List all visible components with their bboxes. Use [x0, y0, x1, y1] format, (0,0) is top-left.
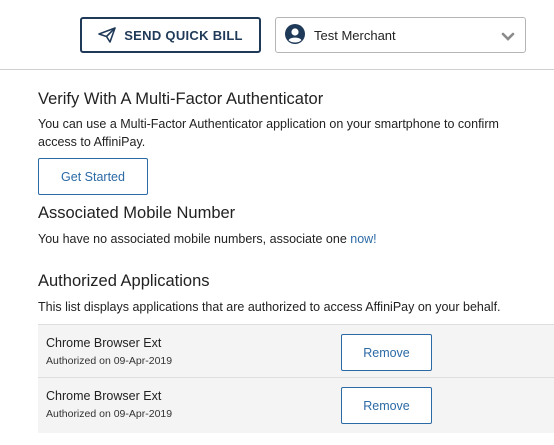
remove-app-button[interactable]: Remove [341, 387, 432, 424]
send-quick-bill-label: SEND QUICK BILL [124, 27, 243, 43]
merchant-select[interactable]: Test Merchant [275, 17, 526, 53]
authorized-apps-list: Chrome Browser Ext Authorized on 09-Apr-… [38, 324, 554, 433]
mobile-number-text: You have no associated mobile numbers, a… [38, 232, 351, 246]
top-bar: SEND QUICK BILL Test Merchant [0, 0, 554, 70]
paper-plane-icon [98, 27, 116, 43]
merchant-name: Test Merchant [314, 27, 396, 43]
authorized-apps-title: Authorized Applications [38, 272, 210, 290]
app-name: Chrome Browser Ext [46, 336, 162, 350]
user-avatar-icon [285, 23, 305, 47]
send-quick-bill-button[interactable]: SEND QUICK BILL [80, 17, 261, 53]
app-row: Chrome Browser Ext Authorized on 09-Apr-… [38, 377, 554, 433]
remove-app-button[interactable]: Remove [341, 334, 432, 371]
get-started-button[interactable]: Get Started [38, 158, 148, 195]
app-authorized-date: Authorized on 09-Apr-2019 [46, 408, 173, 420]
app-authorized-date: Authorized on 09-Apr-2019 [46, 355, 173, 367]
chevron-down-icon [501, 30, 515, 45]
mobile-number-description: You have no associated mobile numbers, a… [38, 230, 377, 248]
authorized-apps-description: This list displays applications that are… [38, 300, 501, 314]
associate-now-link[interactable]: now! [350, 232, 376, 246]
app-name: Chrome Browser Ext [46, 389, 162, 403]
app-row: Chrome Browser Ext Authorized on 09-Apr-… [38, 324, 554, 377]
mobile-number-title: Associated Mobile Number [38, 204, 236, 222]
mfa-title: Verify With A Multi-Factor Authenticator [38, 90, 324, 108]
mfa-description: You can use a Multi-Factor Authenticator… [38, 117, 499, 149]
